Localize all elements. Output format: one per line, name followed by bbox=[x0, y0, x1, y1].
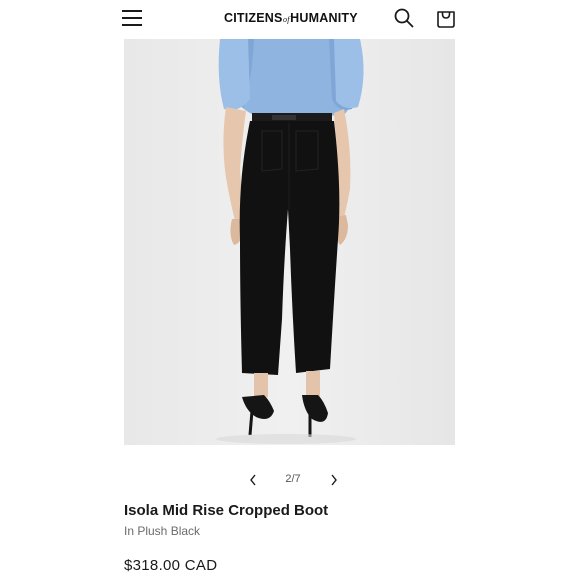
search-icon[interactable] bbox=[393, 7, 415, 29]
brand-logo-right: HUMANITY bbox=[290, 11, 358, 25]
product-title: Isola Mid Rise Cropped Boot bbox=[124, 502, 329, 519]
chevron-right-icon[interactable] bbox=[327, 472, 341, 488]
product-photo bbox=[124, 39, 455, 445]
product-color: In Plush Black bbox=[124, 524, 201, 538]
image-counter: 2/7 bbox=[285, 473, 301, 485]
chevron-left-icon[interactable] bbox=[246, 472, 260, 488]
site-header: CITIZENSofHUMANITY bbox=[0, 0, 580, 38]
product-image[interactable] bbox=[124, 39, 455, 445]
image-pager: 2/7 bbox=[0, 470, 580, 490]
brand-logo[interactable]: CITIZENSofHUMANITY bbox=[224, 11, 358, 25]
hamburger-menu-icon[interactable] bbox=[122, 8, 144, 28]
brand-logo-of: of bbox=[283, 15, 290, 24]
product-price: $318.00 CAD bbox=[124, 557, 218, 574]
brand-logo-left: CITIZENS bbox=[224, 11, 283, 25]
shopping-bag-icon[interactable] bbox=[434, 6, 458, 30]
